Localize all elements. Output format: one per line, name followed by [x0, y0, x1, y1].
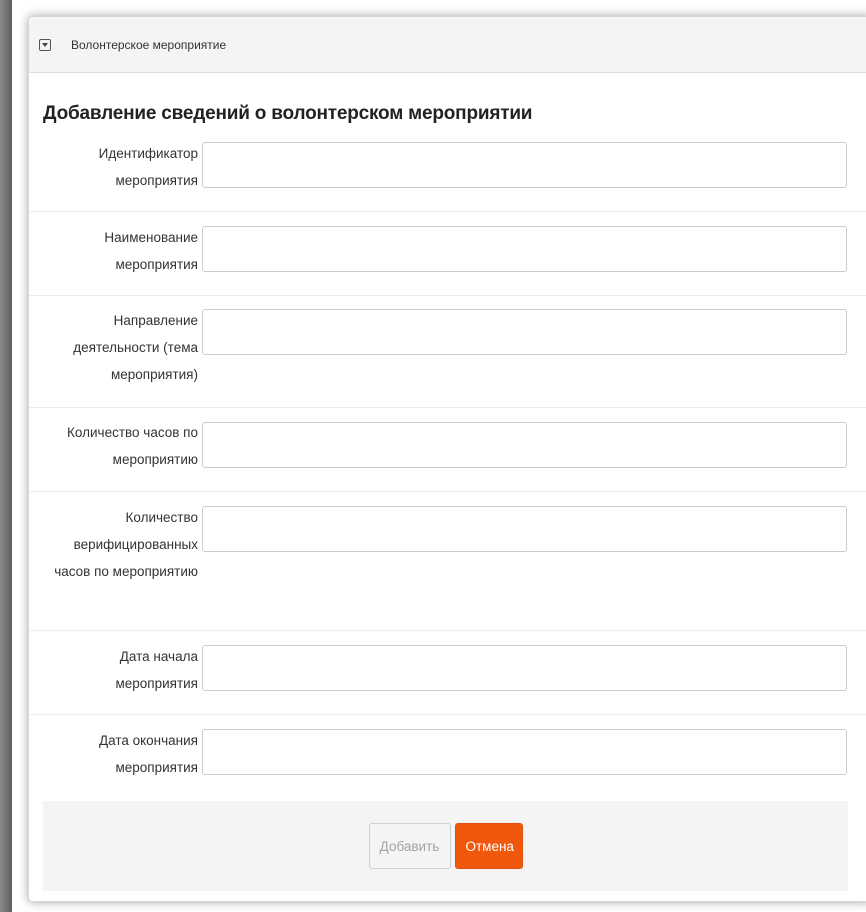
form-actions: Добавить Отмена	[43, 801, 848, 891]
verified-hours-input[interactable]	[202, 506, 847, 552]
field-row-hours: Количество часов по мероприятию	[29, 408, 866, 492]
panel-title: Волонтерское мероприятие	[71, 37, 227, 52]
field-row-activity-direction: Направление деятельности (тема мероприят…	[29, 296, 866, 408]
field-row-event-name: Наименование мероприятия	[29, 212, 866, 296]
activity-direction-input[interactable]	[202, 309, 847, 355]
field-label-event-name: Наименование мероприятия	[104, 230, 198, 272]
end-date-input[interactable]	[202, 729, 847, 775]
field-row-event-id: Идентификатор мероприятия	[29, 129, 866, 212]
event-id-input[interactable]	[202, 142, 847, 188]
add-button[interactable]: Добавить	[368, 823, 451, 869]
panel-header: Волонтерское мероприятие	[29, 17, 866, 73]
field-row-verified-hours: Количество верифицированных часов по мер…	[29, 492, 866, 631]
field-label-hours: Количество часов по мероприятию	[67, 425, 198, 467]
form-panel: Волонтерское мероприятие Добавление свед…	[28, 16, 866, 902]
background-edge	[0, 0, 12, 912]
field-row-start-date: Дата начала мероприятия	[29, 631, 866, 715]
cancel-button[interactable]: Отмена	[454, 823, 523, 869]
field-label-activity-direction: Направление деятельности (тема мероприят…	[73, 313, 198, 382]
field-label-start-date: Дата начала мероприятия	[115, 649, 198, 691]
form-title: Добавление сведений о волонтерском мероп…	[43, 103, 533, 124]
event-name-input[interactable]	[202, 226, 847, 272]
collapse-toggle-icon[interactable]	[39, 38, 51, 51]
hours-input[interactable]	[202, 422, 847, 468]
field-label-verified-hours: Количество верифицированных часов по мер…	[54, 510, 198, 579]
field-row-end-date: Дата окончания мероприятия	[29, 715, 866, 799]
start-date-input[interactable]	[202, 645, 847, 691]
field-label-end-date: Дата окончания мероприятия	[98, 733, 198, 775]
field-label-event-id: Идентификатор мероприятия	[98, 146, 198, 188]
form-fields: Идентификатор мероприятия Наименование м…	[29, 129, 866, 799]
